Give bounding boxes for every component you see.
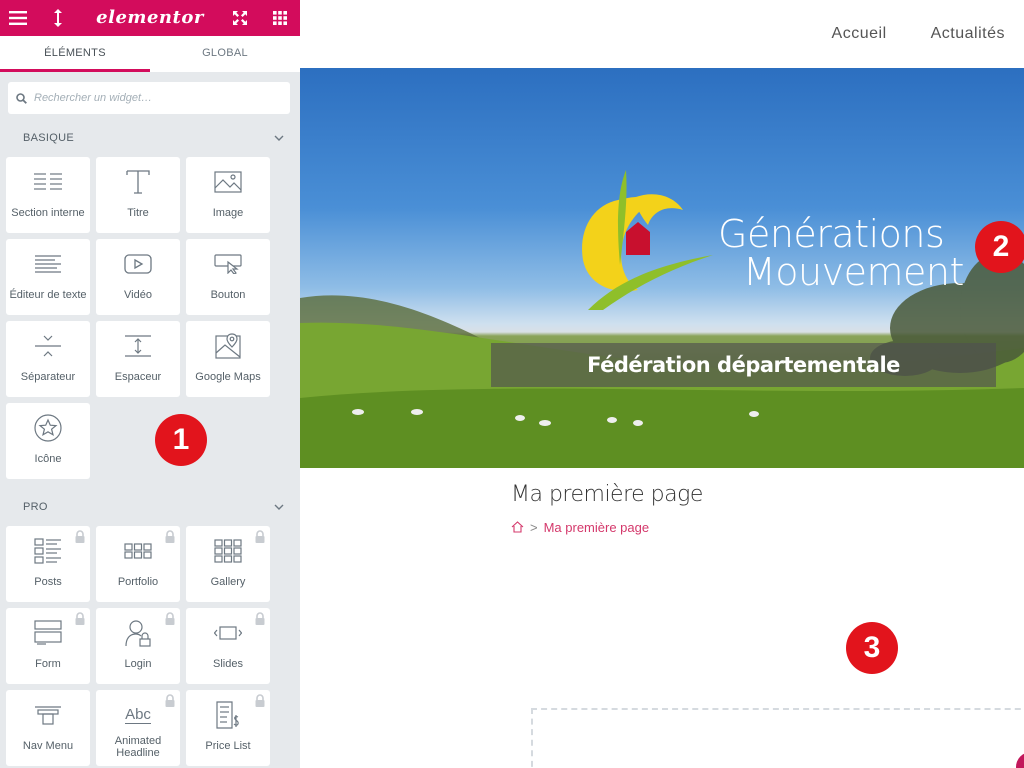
widget-label: Animated Headline <box>114 735 162 759</box>
widget-label: Espaceur <box>114 371 162 383</box>
widget-label: Icône <box>34 453 62 465</box>
widget-posts[interactable]: Posts <box>6 526 90 602</box>
widget-price-list[interactable]: Price List <box>186 690 270 766</box>
animated-headline-icon-text: Abc <box>125 705 151 724</box>
category-basic-header[interactable]: BASIQUE <box>0 128 300 148</box>
widget-label: Portfolio <box>117 576 159 588</box>
menu-icon[interactable] <box>0 0 36 36</box>
breadcrumb-current[interactable]: Ma première page <box>544 520 650 535</box>
widget-label: Form <box>35 658 61 670</box>
divider-icon <box>6 331 90 361</box>
widget-video[interactable]: Vidéo <box>96 239 180 315</box>
widget-spacer[interactable]: Espaceur <box>96 321 180 397</box>
inner-section-icon <box>6 167 90 197</box>
widget-label: Posts <box>34 576 62 588</box>
widget-heading[interactable]: Titre <box>96 157 180 233</box>
widget-image[interactable]: Image <box>186 157 270 233</box>
page-title: Ma première page <box>511 482 703 507</box>
expand-icon[interactable] <box>222 0 258 36</box>
site-nav: Accueil Actualités <box>810 0 1024 68</box>
panel-tabs: ÉLÉMENTS GLOBAL <box>0 36 300 72</box>
posts-icon <box>6 536 90 566</box>
widget-button[interactable]: Bouton <box>186 239 270 315</box>
image-icon <box>186 167 270 197</box>
widget-label: Séparateur <box>20 371 76 383</box>
apps-grid-icon[interactable] <box>262 0 298 36</box>
text-editor-icon <box>6 249 90 279</box>
widget-inner-section[interactable]: Section interne <box>6 157 90 233</box>
hero-title-bar: Fédération départementale <box>491 343 996 387</box>
widget-nav-menu[interactable]: Nav Menu <box>6 690 90 766</box>
price-list-icon <box>186 700 270 730</box>
category-title: BASIQUE <box>23 132 75 144</box>
chevron-down-icon <box>274 135 284 141</box>
widget-label: Titre <box>127 207 149 219</box>
generations-mouvement-logo-icon <box>582 170 713 310</box>
widget-slides[interactable]: Slides <box>186 608 270 684</box>
drop-zone[interactable] <box>531 708 1024 768</box>
widget-icon[interactable]: Icône <box>6 403 90 479</box>
tab-elements[interactable]: ÉLÉMENTS <box>0 36 150 72</box>
heading-icon <box>96 167 180 197</box>
widget-text-editor[interactable]: Éditeur de texte <box>6 239 90 315</box>
breadcrumb: > Ma première page <box>511 519 649 535</box>
widget-label: Price List <box>205 740 251 752</box>
home-icon[interactable] <box>511 521 524 533</box>
widget-label: Vidéo <box>124 289 152 301</box>
callout-badge-1: 1 <box>155 414 207 466</box>
star-icon <box>6 413 90 443</box>
widget-label: Éditeur de texte <box>9 289 87 301</box>
nav-item-actualites[interactable]: Actualités <box>931 25 1005 43</box>
site-preview: Accueil Actualités Générations Mouvement… <box>300 0 1024 768</box>
widget-login[interactable]: Login <box>96 608 180 684</box>
widget-label: Nav Menu <box>22 740 74 752</box>
widget-label: Login <box>124 658 152 670</box>
widget-label: Slides <box>213 658 243 670</box>
widget-form[interactable]: Form <box>6 608 90 684</box>
slides-icon <box>186 618 270 648</box>
search-input[interactable] <box>34 92 274 104</box>
button-icon <box>186 249 270 279</box>
category-title: PRO <box>23 501 48 513</box>
widget-animated-headline[interactable]: Abc Animated Headline <box>96 690 180 766</box>
widget-label: Section interne <box>11 207 85 219</box>
nav-menu-icon <box>6 700 90 730</box>
logo-line-generations: Générations <box>718 212 945 256</box>
elementor-panel: elementor ÉLÉMENTS GLOBAL BASIQUE Sectio… <box>0 0 300 768</box>
map-icon <box>186 331 270 361</box>
widget-label: Google Maps <box>195 371 261 383</box>
widget-label: Gallery <box>210 576 246 588</box>
animated-headline-icon: Abc <box>96 700 180 730</box>
logo-line-mouvement: Mouvement <box>743 250 964 294</box>
gallery-icon <box>186 536 270 566</box>
nav-item-accueil[interactable]: Accueil <box>832 25 887 43</box>
hero-title: Fédération départementale <box>587 353 900 377</box>
tab-global[interactable]: GLOBAL <box>150 36 300 72</box>
category-pro-header[interactable]: PRO <box>0 497 300 517</box>
video-icon <box>96 249 180 279</box>
spacer-icon <box>96 331 180 361</box>
callout-badge-2: 2 <box>975 221 1024 273</box>
responsive-toggle-icon[interactable] <box>40 0 76 36</box>
form-icon <box>6 618 90 648</box>
chevron-down-icon <box>274 504 284 510</box>
panel-header: elementor <box>0 0 300 36</box>
callout-badge-3: 3 <box>846 622 898 674</box>
login-icon <box>96 618 180 648</box>
widget-gallery[interactable]: Gallery <box>186 526 270 602</box>
widget-divider[interactable]: Séparateur <box>6 321 90 397</box>
widget-label: Bouton <box>210 289 246 301</box>
widget-label: Image <box>212 207 244 219</box>
widget-portfolio[interactable]: Portfolio <box>96 526 180 602</box>
breadcrumb-separator: > <box>530 519 538 535</box>
search-icon <box>8 82 34 114</box>
widget-google-maps[interactable]: Google Maps <box>186 321 270 397</box>
hero-banner: Générations Mouvement Fédération départe… <box>300 68 1024 468</box>
widget-search <box>8 82 290 114</box>
portfolio-icon <box>96 536 180 566</box>
